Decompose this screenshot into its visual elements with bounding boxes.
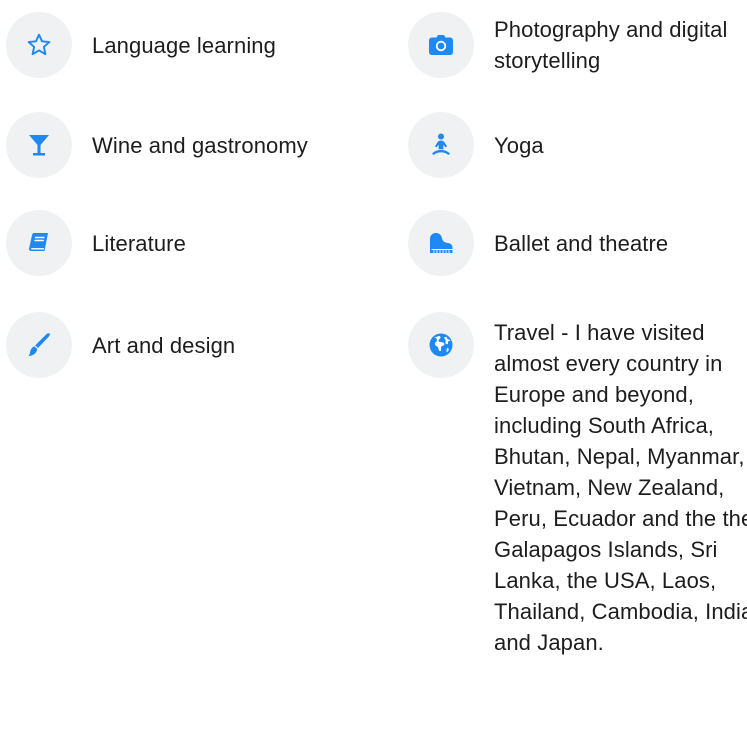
camera-icon	[408, 12, 474, 78]
interest-item-ballet-theatre: Ballet and theatre	[408, 210, 668, 276]
paintbrush-icon	[6, 312, 72, 378]
piano-icon	[408, 210, 474, 276]
interest-item-art-design: Art and design	[6, 312, 235, 378]
interest-item-photography: Photography and digital storytelling	[408, 12, 734, 78]
interest-label: Language learning	[92, 33, 276, 58]
yoga-icon	[408, 112, 474, 178]
interest-item-wine-gastronomy: Wine and gastronomy	[6, 112, 308, 178]
interest-label: Ballet and theatre	[494, 231, 669, 256]
interest-item-yoga: Yoga	[408, 112, 544, 178]
interest-item-language-learning: Language learning	[6, 12, 276, 78]
interest-label: Photography and digital storytelling	[494, 17, 728, 73]
cocktail-glass-icon	[6, 112, 72, 178]
globe-icon	[408, 312, 474, 378]
interest-label: Art and design	[92, 333, 236, 358]
interest-item-travel: Travel - I have visited almost every cou…	[408, 312, 747, 658]
interest-label: Literature	[92, 231, 186, 256]
interest-label: Wine and gastronomy	[92, 133, 308, 158]
interest-label: Yoga	[494, 133, 544, 158]
interest-item-literature: Literature	[6, 210, 186, 276]
interest-label: Travel - I have visited almost every cou…	[494, 320, 747, 655]
book-icon	[6, 210, 72, 276]
star-icon	[6, 12, 72, 78]
